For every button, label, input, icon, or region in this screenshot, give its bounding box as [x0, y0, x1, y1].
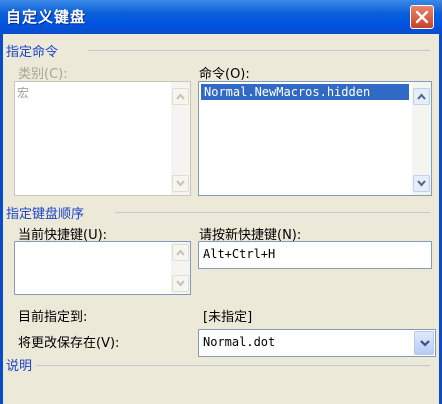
commands-list-item-selected[interactable]: Normal.NewMacros.hidden — [201, 84, 409, 100]
save-in-select[interactable]: Normal.dot — [198, 329, 436, 357]
commands-group-title: 指定命令 — [6, 45, 59, 60]
commands-group-divider — [88, 50, 430, 51]
description-group-title: 说明 — [6, 359, 33, 374]
current-keys-scroll-down-button — [172, 275, 189, 292]
arrow-down-icon — [176, 180, 185, 187]
arrow-up-icon — [417, 93, 426, 100]
save-in-selected-value: Normal.dot — [203, 335, 276, 349]
categories-list-item: 宏 — [17, 86, 30, 100]
commands-label: 命令(O): — [199, 67, 250, 82]
current-keys-scroll-up-button — [172, 244, 189, 261]
categories-scrollbar — [171, 82, 190, 195]
save-in-label: 将更改保存在(V): — [18, 336, 120, 351]
arrow-down-icon — [417, 180, 426, 187]
current-keys-scrollbar — [171, 242, 190, 294]
commands-scroll-up-button[interactable] — [413, 88, 430, 105]
close-button[interactable] — [410, 5, 434, 29]
categories-scroll-down-button — [172, 175, 189, 192]
keys-group-divider — [115, 212, 430, 213]
assigned-to-value: [未指定] — [203, 310, 253, 325]
assigned-to-label: 目前指定到: — [18, 310, 88, 325]
window-title: 自定义键盘 — [6, 8, 87, 26]
chevron-down-icon — [420, 340, 430, 347]
commands-listbox[interactable]: Normal.NewMacros.hidden — [198, 81, 432, 196]
arrow-up-icon — [176, 93, 185, 100]
current-keys-listbox[interactable] — [14, 241, 191, 295]
categories-label: 类别(C): — [18, 67, 68, 82]
commands-scroll-down-button[interactable] — [413, 175, 430, 192]
description-group-divider — [36, 365, 430, 366]
new-key-input[interactable]: Alt+Ctrl+H — [198, 241, 432, 269]
title-bar[interactable]: 自定义键盘 — [0, 0, 442, 34]
arrow-down-icon — [176, 280, 185, 287]
categories-listbox: 宏 — [14, 81, 191, 196]
categories-scroll-up-button — [172, 88, 189, 105]
close-icon — [415, 10, 429, 24]
save-in-dropdown-button[interactable] — [414, 331, 434, 355]
keys-group-title: 指定键盘顺序 — [6, 207, 85, 222]
commands-scrollbar[interactable] — [412, 82, 431, 195]
arrow-up-icon — [176, 249, 185, 256]
